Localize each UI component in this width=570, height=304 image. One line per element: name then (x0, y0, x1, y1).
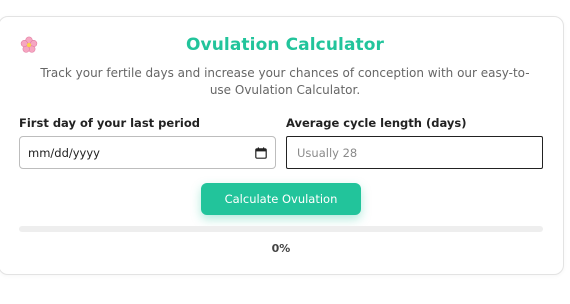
page-title: Ovulation Calculator (185, 35, 385, 55)
period-date-input[interactable]: mm/dd/yyyy (19, 136, 276, 169)
cycle-length-input[interactable] (286, 136, 543, 169)
calendar-icon[interactable] (255, 146, 267, 159)
calculate-ovulation-button[interactable]: Calculate Ovulation (201, 183, 361, 215)
period-date-value: mm/dd/yyyy (28, 145, 100, 160)
cycle-length-label: Average cycle length (days) (286, 116, 467, 130)
progress-text: 0% (271, 242, 291, 255)
progress-bar (19, 226, 543, 232)
period-date-label: First day of your last period (19, 116, 200, 130)
page-subtitle: Track your fertile days and increase you… (40, 66, 530, 97)
